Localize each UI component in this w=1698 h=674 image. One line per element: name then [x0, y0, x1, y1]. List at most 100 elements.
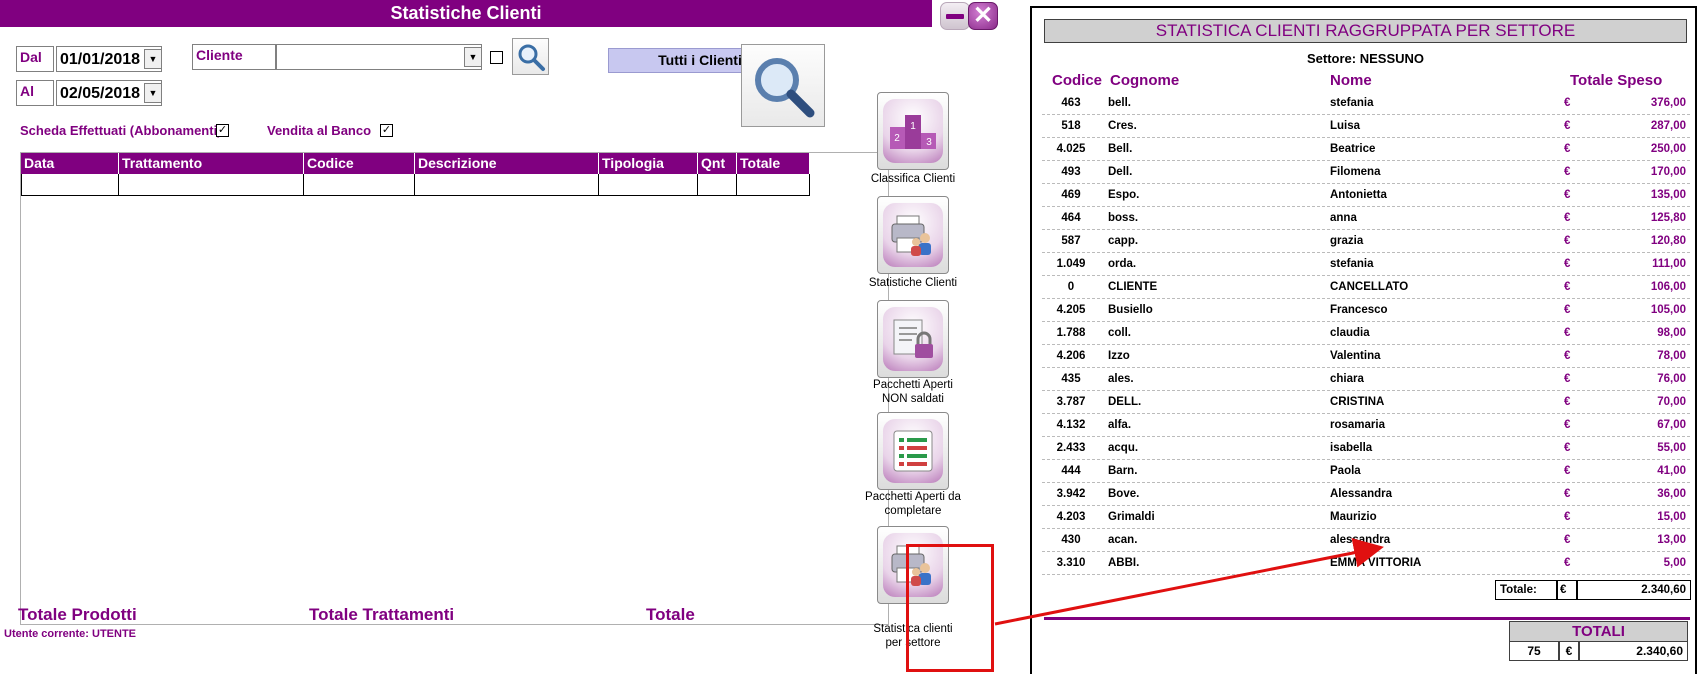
totali-header: TOTALI	[1509, 621, 1688, 642]
row-cognome: capp.	[1108, 235, 1139, 247]
al-dropdown-button[interactable]: ▼	[144, 83, 162, 103]
pacchetti-non-saldati-label: Pacchetti Aperti NON saldati	[873, 379, 953, 405]
row-currency: €	[1564, 534, 1571, 546]
totali-value: 2.340,60	[1579, 641, 1688, 661]
col-trattamento[interactable]: Trattamento	[119, 153, 304, 174]
row-nome: Antonietta	[1330, 189, 1387, 201]
row-currency: €	[1564, 465, 1571, 477]
row-nome: Maurizio	[1330, 511, 1377, 523]
row-nome: stefania	[1330, 97, 1374, 109]
table-row: 4.203 Grimaldi Maurizio €15,00	[1042, 506, 1690, 529]
row-totale: 125,80	[1650, 212, 1686, 224]
row-totale: 287,00	[1650, 120, 1686, 132]
row-totale: 376,00	[1650, 97, 1686, 109]
report-header-nome: Nome	[1330, 72, 1372, 89]
row-currency: €	[1564, 97, 1571, 109]
col-totale[interactable]: Totale	[737, 153, 810, 174]
row-totale: 78,00	[1657, 350, 1686, 362]
cell[interactable]	[698, 174, 737, 196]
cell[interactable]	[21, 174, 119, 196]
row-currency: €	[1564, 120, 1571, 132]
table-row: 3.942 Bove. Alessandra €36,00	[1042, 483, 1690, 506]
row-currency: €	[1564, 442, 1571, 454]
row-nome: Beatrice	[1330, 143, 1376, 155]
search-icon	[518, 44, 545, 71]
vendita-label: Vendita al Banco	[267, 123, 372, 138]
pacchetti-da-completare-button[interactable]	[877, 412, 949, 490]
cell[interactable]	[599, 174, 698, 196]
row-codice: 430	[1061, 534, 1081, 546]
row-totale: 41,00	[1657, 465, 1686, 477]
report-total-row: Totale: € 2.340,60	[1495, 580, 1691, 600]
row-cognome: Cres.	[1108, 120, 1137, 132]
totali-row: 75 € 2.340,60	[1509, 641, 1688, 661]
report-total-value: 2.340,60	[1577, 580, 1691, 600]
row-currency: €	[1564, 212, 1571, 224]
cell[interactable]	[119, 174, 304, 196]
movements-grid[interactable]: Data Trattamento Codice Descrizione Tipo…	[20, 152, 889, 625]
chevron-down-icon: ▼	[148, 54, 158, 64]
statistiche-clienti-button[interactable]	[877, 196, 949, 274]
cell[interactable]	[415, 174, 599, 196]
classifica-clienti-button[interactable]: 1 2 3	[877, 92, 949, 170]
cell[interactable]	[304, 174, 415, 196]
search-button[interactable]	[512, 38, 549, 75]
col-tipologia[interactable]: Tipologia	[599, 153, 698, 174]
row-cognome: Barn.	[1108, 465, 1138, 477]
dal-label: Dal	[16, 46, 54, 72]
dal-dropdown-button[interactable]: ▼	[144, 49, 162, 69]
col-qnt[interactable]: Qnt	[698, 153, 737, 174]
table-row: 4.025 Bell. Beatrice €250,00	[1042, 138, 1690, 161]
big-search-button[interactable]	[741, 44, 825, 127]
table-row: 1.049 orda. stefania €111,00	[1042, 253, 1690, 276]
minimize-button[interactable]	[940, 2, 970, 30]
row-codice: 0	[1067, 281, 1075, 293]
row-currency: €	[1564, 281, 1571, 293]
row-cognome: boss.	[1108, 212, 1139, 224]
statistiche-clienti-label: Statistiche Clienti	[868, 277, 958, 289]
row-currency: €	[1564, 557, 1571, 569]
window-title: Statistiche Clienti	[0, 0, 932, 27]
totale-prodotti-label: Totale Prodotti	[18, 605, 137, 624]
totali-currency: €	[1559, 641, 1579, 661]
report-total-currency: €	[1557, 580, 1577, 600]
row-nome: anna	[1330, 212, 1357, 224]
row-cognome: bell.	[1108, 97, 1132, 109]
cell[interactable]	[737, 174, 810, 196]
row-totale: 120,80	[1650, 235, 1686, 247]
table-row[interactable]	[21, 174, 810, 196]
cliente-dropdown-button[interactable]: ▼	[464, 47, 482, 67]
cliente-combo[interactable]	[276, 44, 482, 70]
row-codice: 4.203	[1056, 511, 1086, 523]
row-nome: stefania	[1330, 258, 1374, 270]
row-nome: EMMA VITTORIA	[1330, 557, 1422, 569]
table-row: 430 acan. alessandra €13,00	[1042, 529, 1690, 552]
checklist-icon	[893, 430, 933, 472]
row-totale: 13,00	[1657, 534, 1686, 546]
col-data[interactable]: Data	[21, 153, 119, 174]
report-total-label: Totale:	[1495, 580, 1557, 600]
row-cognome: Bove.	[1108, 488, 1140, 500]
cliente-checkbox[interactable]	[490, 51, 503, 64]
row-codice: 493	[1061, 166, 1081, 178]
row-codice: 3.310	[1056, 557, 1086, 569]
col-descrizione[interactable]: Descrizione	[415, 153, 599, 174]
row-currency: €	[1564, 396, 1571, 408]
row-currency: €	[1564, 166, 1571, 178]
table-row: 4.206 Izzo Valentina €78,00	[1042, 345, 1690, 368]
row-codice: 1.049	[1056, 258, 1086, 270]
row-totale: 170,00	[1650, 166, 1686, 178]
row-codice: 464	[1061, 212, 1081, 224]
row-codice: 2.433	[1056, 442, 1086, 454]
vendita-checkbox[interactable]: ✓	[380, 124, 393, 137]
close-button[interactable]: ✕	[968, 2, 998, 30]
scheda-checkbox[interactable]: ✓	[216, 124, 229, 137]
table-row: 587 capp. grazia €120,80	[1042, 230, 1690, 253]
col-codice[interactable]: Codice	[304, 153, 415, 174]
table-row: 493 Dell. Filomena €170,00	[1042, 161, 1690, 184]
pacchetti-non-saldati-button[interactable]	[877, 300, 949, 378]
row-codice: 463	[1061, 97, 1081, 109]
row-totale: 70,00	[1657, 396, 1686, 408]
row-cognome: Espo.	[1108, 189, 1140, 201]
scheda-label: Scheda Effettuati (Abbonamenti)	[20, 123, 222, 138]
